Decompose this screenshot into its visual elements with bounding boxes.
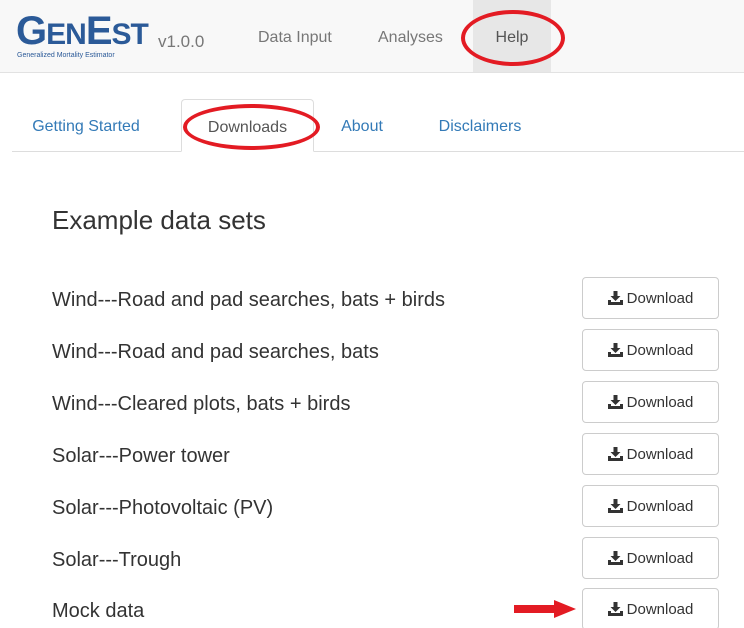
download-button-label: Download <box>626 497 694 515</box>
dataset-row: Wind---Road and pad searches, bats + bir… <box>52 277 732 321</box>
download-icon <box>607 447 623 461</box>
dataset-row: Wind---Cleared plots, bats + birds Downl… <box>52 381 732 425</box>
download-button[interactable]: Download <box>582 588 719 628</box>
nav-item-analyses[interactable]: Analyses <box>362 0 468 72</box>
tab-getting-started[interactable]: Getting Started <box>20 99 152 151</box>
download-button[interactable]: Download <box>582 277 719 319</box>
dataset-label: Solar---Power tower <box>52 445 230 467</box>
download-button-label: Download <box>626 289 694 307</box>
dataset-row: Solar---Power tower Download <box>52 433 732 477</box>
download-icon <box>607 499 623 513</box>
brand[interactable]: GENEST Generalized Mortality Estimator v… <box>16 6 216 66</box>
dataset-row: Wind---Road and pad searches, bats Downl… <box>52 329 732 373</box>
download-button[interactable]: Download <box>582 485 719 527</box>
download-button-label: Download <box>626 341 694 359</box>
dataset-label: Solar---Photovoltaic (PV) <box>52 497 274 519</box>
download-button-label: Download <box>626 393 694 411</box>
genest-logo: GENEST <box>16 9 149 53</box>
top-navbar: GENEST Generalized Mortality Estimator v… <box>0 0 744 73</box>
tab-downloads[interactable]: Downloads <box>181 99 314 152</box>
download-icon <box>607 395 623 409</box>
download-button[interactable]: Download <box>582 381 719 423</box>
dataset-label: Mock data <box>52 600 145 622</box>
tab-disclaimers[interactable]: Disclaimers <box>420 99 540 151</box>
download-button[interactable]: Download <box>582 537 719 579</box>
tab-about[interactable]: About <box>325 99 399 151</box>
page: GENEST Generalized Mortality Estimator v… <box>0 0 744 628</box>
logo-subtitle: Generalized Mortality Estimator <box>17 52 115 59</box>
download-button-label: Download <box>626 549 694 567</box>
download-icon <box>607 343 623 357</box>
nav-item-data-input[interactable]: Data Input <box>242 0 358 72</box>
download-icon <box>607 551 623 565</box>
dataset-label: Wind---Road and pad searches, bats + bir… <box>52 289 445 311</box>
dataset-row: Solar---Trough Download <box>52 537 732 581</box>
dataset-row: Solar---Photovoltaic (PV) Download <box>52 485 732 529</box>
dataset-label: Wind---Cleared plots, bats + birds <box>52 393 351 415</box>
app-version: v1.0.0 <box>158 32 205 51</box>
download-button-label: Download <box>626 445 694 463</box>
nav-item-help[interactable]: Help <box>473 0 551 72</box>
dataset-label: Solar---Trough <box>52 549 182 571</box>
download-button[interactable]: Download <box>582 433 719 475</box>
download-button-label: Download <box>626 600 694 618</box>
download-icon <box>607 291 623 305</box>
dataset-label: Wind---Road and pad searches, bats <box>52 341 379 363</box>
dataset-row: Mock data Download <box>52 588 732 628</box>
help-tabbar: Getting Started Downloads About Disclaim… <box>12 99 744 152</box>
download-button[interactable]: Download <box>582 329 719 371</box>
download-icon <box>607 602 623 616</box>
section-title: Example data sets <box>52 205 266 235</box>
